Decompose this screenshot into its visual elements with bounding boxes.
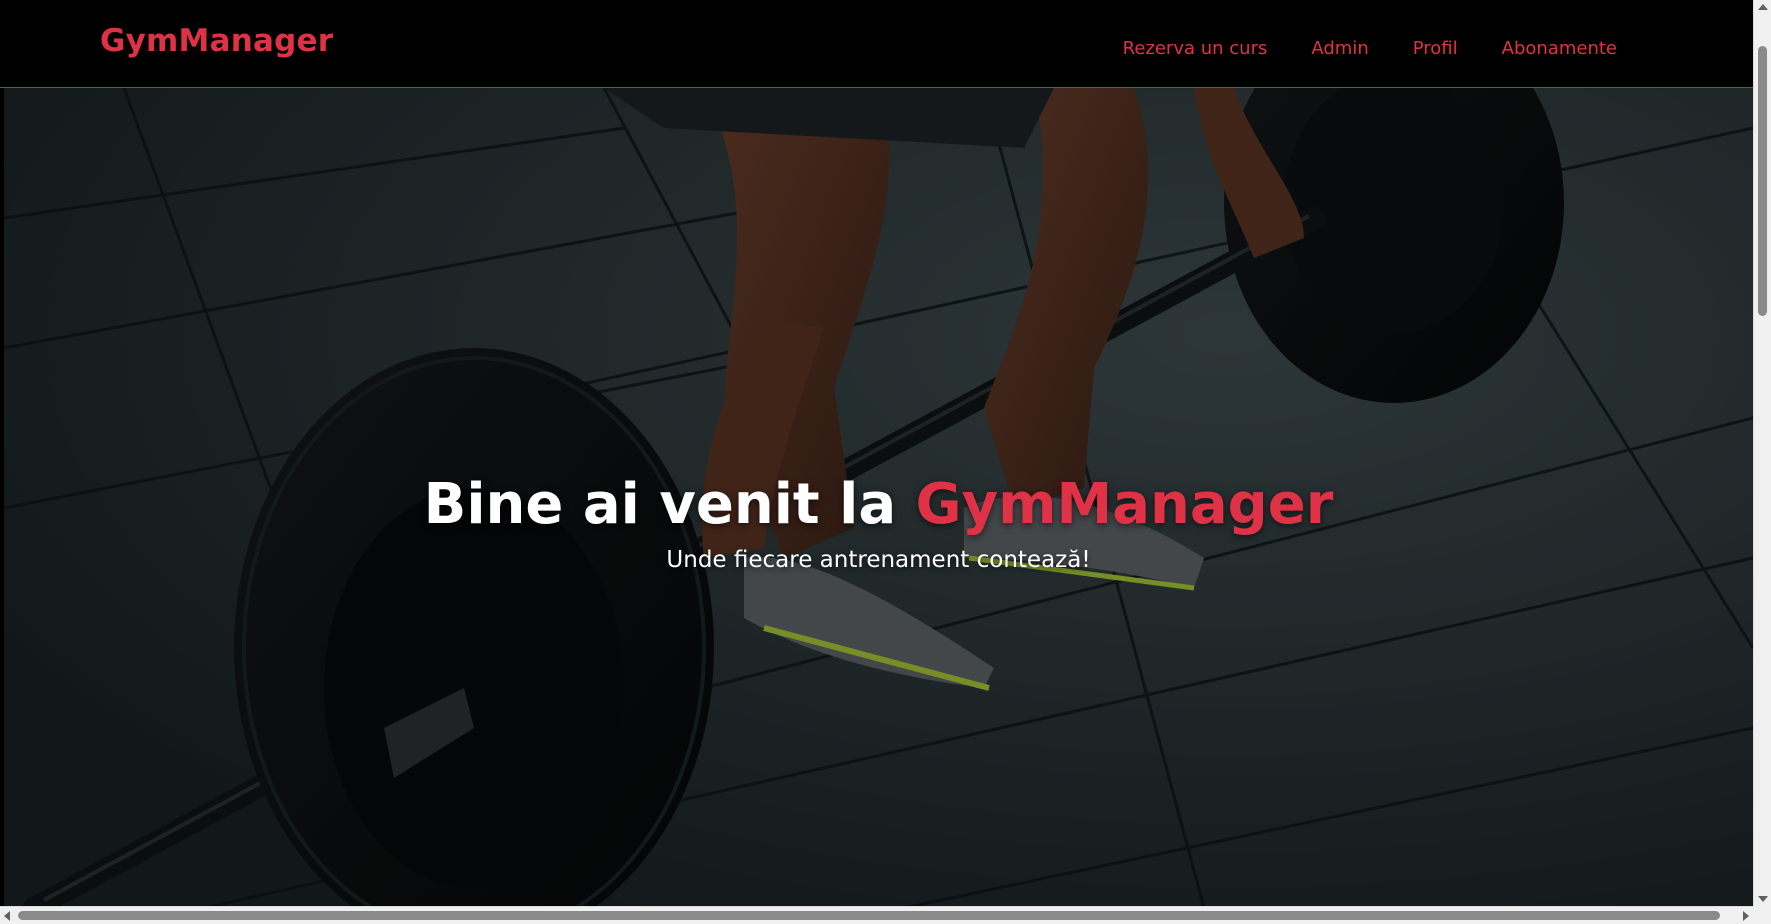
nav-link-rezerva-curs[interactable]: Rezerva un curs	[1123, 38, 1268, 59]
hero-subtitle: Unde fiecare antrenament contează!	[666, 547, 1091, 574]
hero-title: Bine ai venit la GymManager	[4, 472, 1753, 537]
scroll-up-arrow-icon[interactable]	[1758, 4, 1768, 10]
horizontal-scroll-thumb[interactable]	[18, 911, 1720, 920]
vertical-scroll-thumb[interactable]	[1758, 46, 1767, 316]
browser-viewport: GymManager Rezerva un curs Admin Profil …	[0, 0, 1771, 924]
scrollbar-corner	[1753, 906, 1771, 924]
hero-section: Bine ai venit la GymManager Unde fiecare…	[4, 88, 1753, 908]
scroll-right-arrow-icon[interactable]	[1743, 911, 1749, 921]
brand-logo-link[interactable]: GymManager	[100, 23, 333, 59]
nav-links: Rezerva un curs Admin Profil Abonamente	[1123, 38, 1617, 59]
nav-link-profil[interactable]: Profil	[1413, 38, 1458, 59]
horizontal-scrollbar[interactable]	[0, 906, 1753, 924]
hero-text-block: Bine ai venit la GymManager Unde fiecare…	[4, 472, 1753, 574]
nav-link-admin[interactable]: Admin	[1311, 38, 1368, 59]
navbar: GymManager Rezerva un curs Admin Profil …	[0, 0, 1753, 88]
nav-link-abonamente[interactable]: Abonamente	[1502, 38, 1617, 59]
vertical-scrollbar[interactable]	[1753, 0, 1771, 906]
hero-title-prefix: Bine ai venit la	[423, 472, 916, 537]
hero-title-accent: GymManager	[915, 472, 1334, 537]
scroll-left-arrow-icon[interactable]	[4, 911, 10, 921]
scroll-down-arrow-icon[interactable]	[1758, 896, 1768, 902]
